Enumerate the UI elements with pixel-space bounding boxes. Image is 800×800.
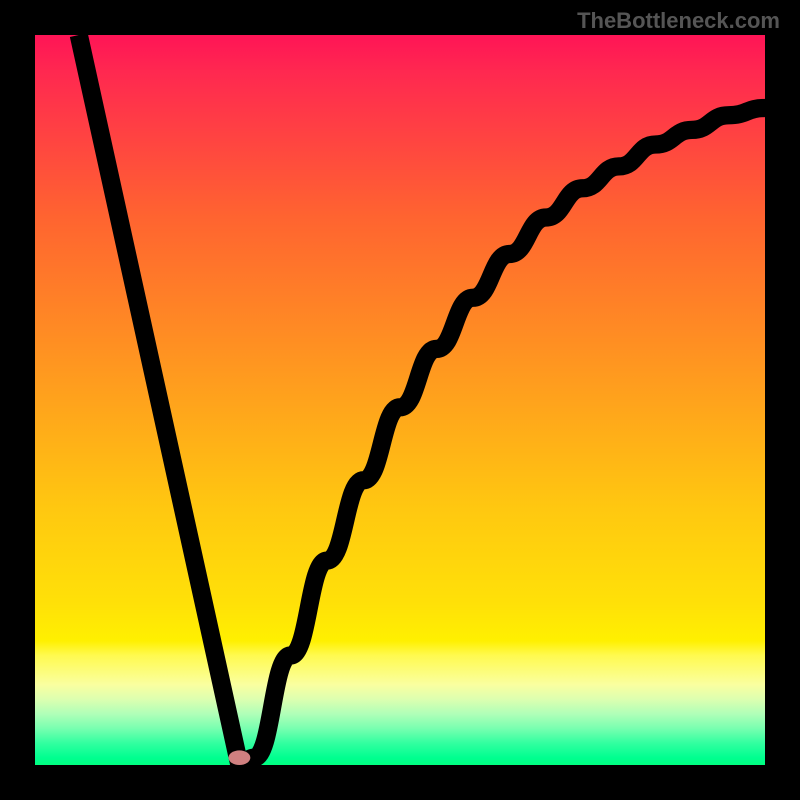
chart-plot-area	[35, 35, 765, 765]
bottleneck-curve	[79, 35, 765, 765]
chart-svg	[35, 35, 765, 765]
watermark-text: TheBottleneck.com	[577, 8, 780, 34]
minimum-point-marker	[228, 750, 250, 765]
